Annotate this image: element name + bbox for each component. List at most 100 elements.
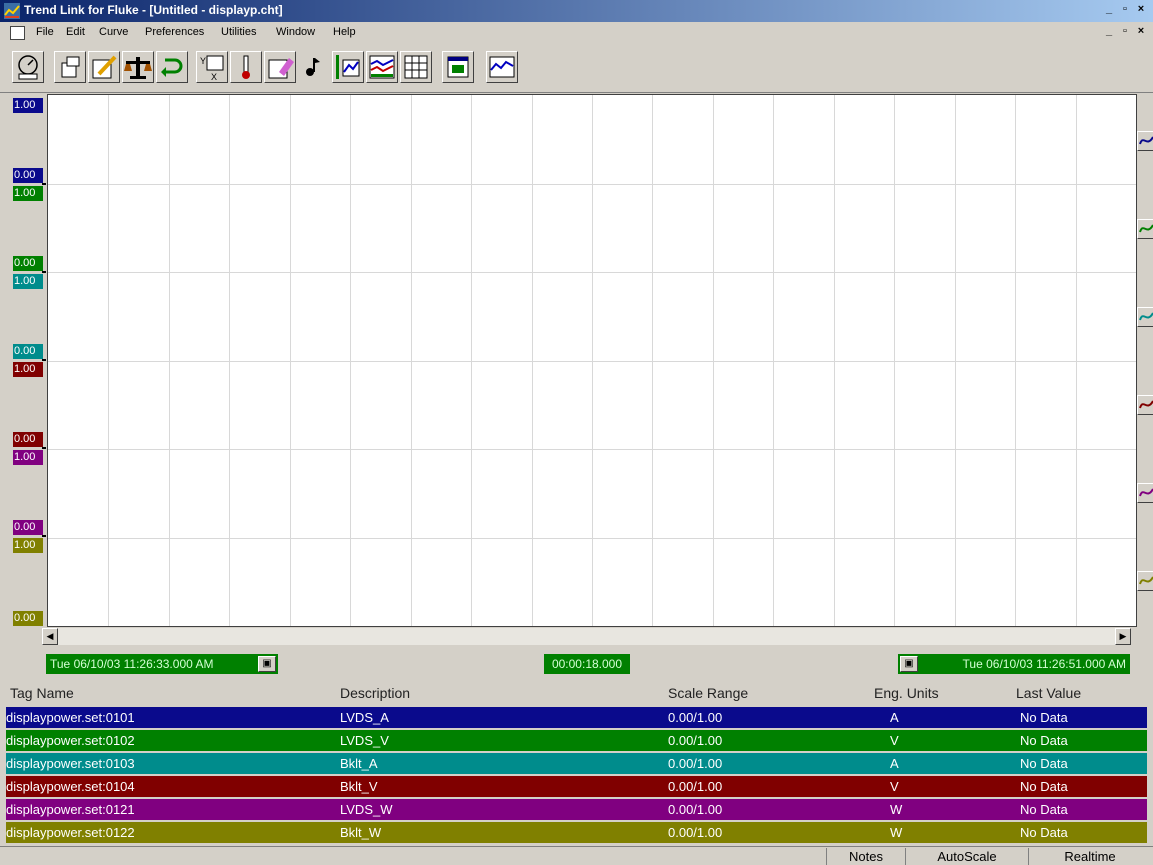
edit-button[interactable] [88,51,120,83]
window-controls: _ ▫ × [1101,3,1149,17]
close-icon[interactable]: × [1133,3,1149,17]
scale-min-3: 0.00 [13,344,43,359]
scale-min-4: 0.00 [13,432,43,447]
description: Bklt_W [340,825,382,840]
scale-max-2: 1.00 [13,186,43,201]
column-description[interactable]: Description [340,685,410,701]
new-tag-button[interactable] [54,51,86,83]
last-value: No Data [1020,779,1068,794]
scale-max-3: 1.00 [13,274,43,289]
svg-text:X: X [211,72,217,82]
horizontal-scrollbar[interactable]: ◀ ▶ [42,628,1131,645]
table-row[interactable]: displaypower.set:0103 Bklt_A 0.00/1.00 A… [6,753,1147,774]
start-time-field[interactable]: Tue 06/10/03 11:26:33.000 AM ▣ [46,654,278,674]
eraser-button[interactable] [264,51,296,83]
table-row[interactable]: displaypower.set:0102 LVDS_V 0.00/1.00 V… [6,730,1147,751]
bar-chart-button[interactable] [332,51,364,83]
eng-units: V [890,733,899,748]
trend-button[interactable] [486,51,518,83]
last-value: No Data [1020,710,1068,725]
start-time: Tue 06/10/03 11:26:33.000 AM [50,657,214,671]
scale-tick [42,359,46,361]
table-row[interactable]: displaypower.set:0121 LVDS_W 0.00/1.00 W… [6,799,1147,820]
tag-name: displaypower.set:0104 [6,779,135,794]
menu-window[interactable]: Window [276,26,315,38]
chart-plot-area[interactable] [47,94,1137,627]
time-span-field[interactable]: 00:00:18.000 [544,654,630,674]
curve-button-3[interactable] [1137,307,1153,327]
menu-utilities[interactable]: Utilities [221,26,256,38]
new-tag-icon [61,56,80,78]
scale-min-1: 0.00 [13,168,43,183]
xy-plot-button[interactable]: YX [196,51,228,83]
scale-min-6: 0.00 [13,611,43,626]
document-icon[interactable] [10,26,25,40]
open-chart-icon [18,55,38,80]
notes-button[interactable]: Notes [826,848,905,865]
last-value: No Data [1020,802,1068,817]
column-eng-units[interactable]: Eng. Units [874,685,939,701]
app-icon [4,3,20,19]
menu-edit[interactable]: Edit [66,26,85,38]
curve-3-icon [1139,312,1153,321]
column-scale-range[interactable]: Scale Range [668,685,748,701]
scale-range: 0.00/1.00 [668,779,723,794]
scale-tick [42,183,46,185]
scale-range: 0.00/1.00 [668,733,723,748]
eng-units: W [890,802,903,817]
thermometer-button[interactable] [230,51,262,83]
note-button[interactable] [298,51,330,83]
mdi-close-icon[interactable]: × [1133,25,1149,39]
scale-button[interactable] [122,51,154,83]
end-time-field[interactable]: ▣ Tue 06/10/03 11:26:51.000 AM [898,654,1130,674]
menu-file[interactable]: File [36,26,54,38]
mdi-restore-icon[interactable]: ▫ [1117,25,1133,39]
scroll-left-icon[interactable]: ◀ [42,628,58,645]
title-bar[interactable]: Trend Link for Fluke - [Untitled - displ… [0,0,1153,22]
window-button[interactable] [442,51,474,83]
curve-button-1[interactable] [1137,131,1153,151]
menu-preferences[interactable]: Preferences [145,26,204,38]
last-value: No Data [1020,756,1068,771]
table-row[interactable]: displaypower.set:0101 LVDS_A 0.00/1.00 A… [6,707,1147,728]
column-tag-name[interactable]: Tag Name [10,685,74,701]
tag-name: displaypower.set:0122 [6,825,135,840]
scale-range: 0.00/1.00 [668,710,723,725]
eng-units: A [890,710,899,725]
calendar-icon[interactable]: ▣ [900,656,918,672]
curve-button-4[interactable] [1137,395,1153,415]
eng-units: V [890,779,899,794]
toolbar: YX [0,44,1153,93]
scale-min-5: 0.00 [13,520,43,535]
curve-1-icon [1139,136,1153,145]
scale-max-5: 1.00 [13,450,43,465]
curve-button-6[interactable] [1137,571,1153,591]
menu-curve[interactable]: Curve [99,26,128,38]
music-note-icon [306,58,320,76]
table-row[interactable]: displaypower.set:0104 Bklt_V 0.00/1.00 V… [6,776,1147,797]
description: LVDS_V [340,733,389,748]
grid-button[interactable] [400,51,432,83]
curve-button-2[interactable] [1137,219,1153,239]
tag-table-header: Tag Name Description Scale Range Eng. Un… [0,682,1153,704]
autoscale-button[interactable]: AutoScale [905,848,1028,865]
curve-button-5[interactable] [1137,483,1153,503]
chart-grid [48,95,1136,626]
scroll-right-icon[interactable]: ▶ [1115,628,1131,645]
mdi-minimize-icon[interactable]: _ [1101,25,1117,39]
table-row[interactable]: displaypower.set:0122 Bklt_W 0.00/1.00 W… [6,822,1147,843]
menu-help[interactable]: Help [333,26,356,38]
open-chart-button[interactable] [12,51,44,83]
thermometer-icon [242,55,250,79]
realtime-button[interactable]: Realtime [1028,848,1151,865]
description: Bklt_A [340,756,378,771]
maximize-icon[interactable]: ▫ [1117,3,1133,17]
multi-curve-button[interactable] [366,51,398,83]
trend-icon [489,56,515,78]
column-last-value[interactable]: Last Value [1016,685,1081,701]
calendar-icon[interactable]: ▣ [258,656,276,672]
undo-button[interactable] [156,51,188,83]
scale-range: 0.00/1.00 [668,825,723,840]
minimize-icon[interactable]: _ [1101,3,1117,17]
bar-chart-icon [336,55,360,79]
